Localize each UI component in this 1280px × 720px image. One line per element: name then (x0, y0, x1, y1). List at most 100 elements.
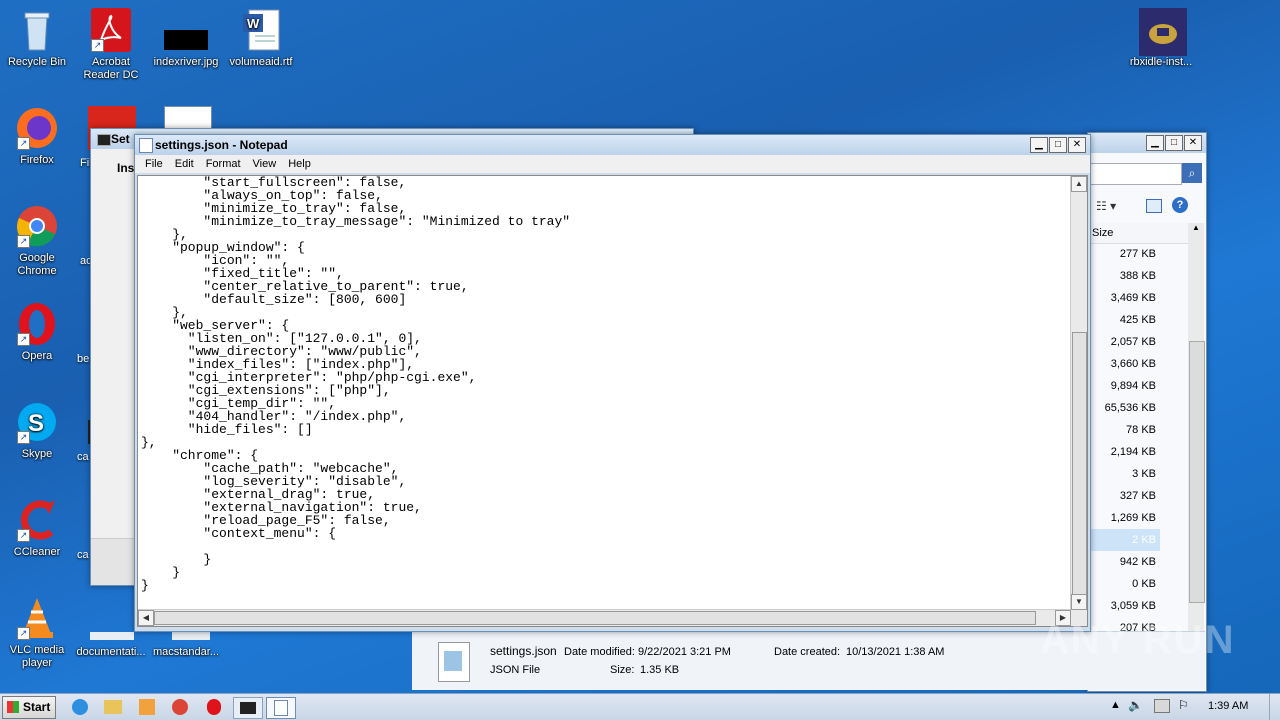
size-cell[interactable]: 0 KB (1088, 573, 1160, 595)
notepad-close-button[interactable]: ✕ (1068, 137, 1086, 153)
notepad-vscroll[interactable]: ▲ ▼ (1070, 176, 1087, 610)
scroll-up-arrow-icon[interactable]: ▲ (1188, 223, 1204, 237)
taskbar-ie-icon[interactable] (66, 697, 94, 717)
taskbar-opera-icon[interactable] (200, 697, 228, 717)
size-cell[interactable]: 1,269 KB (1088, 507, 1160, 529)
network-icon[interactable] (1154, 699, 1170, 713)
notepad-app-icon (139, 138, 153, 153)
menu-help[interactable]: Help (282, 158, 317, 170)
desktop-icon-skype[interactable]: S ↗ Skype (0, 400, 74, 461)
desktop-icon-firefox[interactable]: ↗ Firefox (0, 106, 74, 167)
desktop-icon-macstandard[interactable]: macstandar... (149, 646, 223, 659)
action-center-flag-icon[interactable]: ⚐ (1178, 698, 1189, 712)
desktop-icon-label: VLC media player (9, 644, 65, 669)
desktop-icon-label: Google Chrome (17, 252, 57, 277)
size-cell[interactable]: 9,894 KB (1088, 375, 1160, 397)
size-cell[interactable]: 327 KB (1088, 485, 1160, 507)
preview-pane-icon[interactable] (1146, 199, 1162, 213)
shortcut-arrow-icon: ↗ (17, 137, 30, 150)
desktop-icon-opera[interactable]: ↗ Opera (0, 302, 74, 363)
taskbar-notepad-icon[interactable] (266, 697, 296, 719)
shortcut-arrow-icon: ↗ (17, 529, 30, 542)
explorer-search-box[interactable] (1090, 163, 1182, 185)
view-options-icon[interactable]: ☷ ▾ (1096, 199, 1116, 213)
desktop-icon-documentation[interactable]: documentati... (74, 646, 148, 659)
notepad-hscroll[interactable]: ◀ ▶ (138, 609, 1071, 626)
desktop-icon-label: Recycle Bin (7, 56, 67, 68)
desktop-icon-volumeaid[interactable]: W volumeaid.rtf (224, 8, 298, 69)
notepad-title: settings.json - Notepad (155, 138, 288, 152)
scroll-thumb[interactable] (154, 611, 1036, 625)
firefox-icon: ↗ (15, 106, 59, 150)
details-size-value: 1.35 KB (640, 664, 680, 676)
start-button[interactable]: Start (2, 696, 56, 719)
show-desktop-button[interactable] (1269, 694, 1280, 720)
taskbar-installer-icon[interactable] (233, 697, 263, 719)
chrome-icon: ↗ (15, 204, 59, 248)
desktop-icon-label: Opera (21, 350, 53, 362)
size-cell[interactable]: 2,057 KB (1088, 331, 1160, 353)
desktop-icon-label: CCleaner (13, 546, 61, 558)
desktop-icon-label: Firefox (20, 154, 54, 166)
notepad-maximize-button[interactable]: □ (1049, 137, 1067, 153)
size-cell[interactable]: 425 KB (1088, 309, 1160, 331)
desktop-icon-recycle-bin[interactable]: Recycle Bin (0, 8, 74, 69)
json-file-icon (438, 642, 470, 682)
help-icon[interactable]: ? (1172, 197, 1188, 213)
size-cell[interactable]: 2 KB (1088, 529, 1160, 551)
details-size-label: Size: (610, 664, 635, 676)
notepad-minimize-button[interactable]: ▁ (1030, 137, 1048, 153)
search-icon[interactable]: ⌕ (1182, 163, 1202, 183)
taskbar-chrome-icon[interactable] (166, 697, 194, 717)
size-cell[interactable]: 942 KB (1088, 551, 1160, 573)
size-cell[interactable]: 388 KB (1088, 265, 1160, 287)
size-cell[interactable]: 65,536 KB (1088, 397, 1160, 419)
size-cell[interactable]: 3,469 KB (1088, 287, 1160, 309)
explorer-maximize-button[interactable]: □ (1165, 135, 1183, 151)
desktop-icon-vlc[interactable]: ↗ VLC media player (0, 596, 74, 670)
explorer-titlebar[interactable]: ▁ □ ✕ (1088, 133, 1206, 153)
explorer-vscroll[interactable]: ▲ (1188, 223, 1205, 631)
image-file-icon (164, 8, 208, 52)
skype-icon: S ↗ (15, 400, 59, 444)
menu-file[interactable]: File (139, 158, 169, 170)
tray-expand-icon[interactable]: ▲ (1110, 699, 1121, 711)
desktop-icon-ccleaner[interactable]: ↗ CCleaner (0, 498, 74, 559)
size-column-header[interactable]: Size (1088, 223, 1188, 244)
desktop-icon-acrobat[interactable]: ↗ Acrobat Reader DC (74, 8, 148, 82)
size-cell[interactable]: 3 KB (1088, 463, 1160, 485)
scroll-thumb[interactable] (1189, 341, 1205, 603)
scroll-thumb[interactable] (1072, 332, 1087, 596)
clock[interactable]: 1:39 AM (1208, 700, 1248, 712)
svg-text:W: W (247, 16, 260, 31)
volume-icon[interactable]: 🔈 (1128, 698, 1143, 712)
installer-icon (1139, 8, 1187, 56)
size-cell[interactable]: 78 KB (1088, 419, 1160, 441)
explorer-minimize-button[interactable]: ▁ (1146, 135, 1164, 151)
size-cell[interactable]: 2,194 KB (1088, 441, 1160, 463)
desktop-icon-label: documentati... (76, 646, 146, 658)
size-cell[interactable]: 277 KB (1088, 243, 1160, 265)
explorer-window[interactable]: ▁ □ ✕ ⌕ ☷ ▾ ? Size 277 KB 388 KB 3,469 KB 4… (412, 132, 1207, 692)
explorer-close-button[interactable]: ✕ (1184, 135, 1202, 151)
desktop-icon-rbxidle[interactable]: rbxidle-inst... (1124, 8, 1198, 69)
scroll-up-arrow-icon[interactable]: ▲ (1071, 176, 1087, 192)
size-cell[interactable]: 3,660 KB (1088, 353, 1160, 375)
notepad-menubar: File Edit Format View Help (135, 155, 1090, 173)
notepad-titlebar[interactable]: settings.json - Notepad ▁ □ ✕ (135, 135, 1090, 155)
size-cell[interactable]: 3,059 KB (1088, 595, 1160, 617)
taskbar-explorer-icon[interactable] (99, 697, 127, 717)
notepad-content: "start_fullscreen": false, "always_on_to… (141, 175, 571, 593)
menu-edit[interactable]: Edit (169, 158, 200, 170)
notepad-text-area[interactable]: "start_fullscreen": false, "always_on_to… (137, 175, 1088, 627)
taskbar-media-player-icon[interactable] (133, 697, 161, 717)
scroll-down-arrow-icon[interactable]: ▼ (1071, 594, 1087, 610)
desktop-icon-chrome[interactable]: ↗ Google Chrome (0, 204, 74, 278)
notepad-window[interactable]: settings.json - Notepad ▁ □ ✕ File Edit … (134, 134, 1091, 632)
partial-label: ca (77, 451, 89, 463)
scroll-left-arrow-icon[interactable]: ◀ (138, 610, 154, 626)
menu-format[interactable]: Format (200, 158, 247, 170)
desktop-icon-indexriver[interactable]: indexriver.jpg (149, 8, 223, 69)
menu-view[interactable]: View (247, 158, 283, 170)
shortcut-arrow-icon: ↗ (17, 431, 30, 444)
